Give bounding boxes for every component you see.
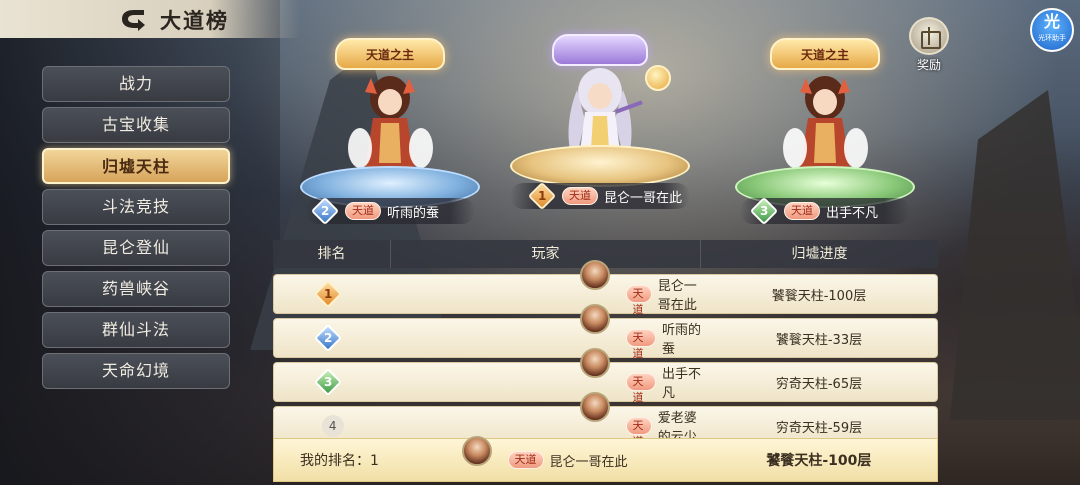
reward-button[interactable]: 奖励 <box>905 17 953 73</box>
player-name: 昆仑一哥在此 <box>657 279 697 313</box>
avatar[interactable] <box>579 392 610 422</box>
rank-cell: 3 <box>274 367 392 397</box>
rank-badge: 1 <box>527 181 557 211</box>
realm-tag: 天道 <box>784 202 820 220</box>
avatar[interactable] <box>579 348 610 378</box>
rank-badge: 2 <box>313 323 342 353</box>
progress-cell: 饕餮天柱-100层 <box>771 288 867 304</box>
avatar[interactable] <box>579 260 610 290</box>
sidebar-item-beast-valley[interactable]: 药兽峡谷 <box>42 271 230 307</box>
rank-number: 4 <box>321 415 344 437</box>
progress-cell: 穷奇天柱-59层 <box>775 420 863 436</box>
title-crest: 天道之主 <box>335 38 445 70</box>
realm-tag: 天道 <box>345 202 381 220</box>
realm-tag: 天道 <box>625 285 652 316</box>
podium-second[interactable]: 天道之主 2 天道 听雨的蚕 <box>295 38 485 228</box>
sidebar-item-power[interactable]: 战力 <box>42 66 230 102</box>
player-name: 听雨的蚕 <box>387 205 440 221</box>
rank-cell: 4 <box>274 415 392 437</box>
sidebar-item-immortal-duel[interactable]: 群仙斗法 <box>42 312 230 348</box>
player-cell: 天道 昆仑一哥在此 <box>461 435 701 470</box>
rank-cell: 1 <box>274 279 392 309</box>
player-name: 听雨的蚕 <box>661 323 701 357</box>
column-header-player: 玩家 <box>391 240 701 268</box>
realm-tag: 天道 <box>625 417 652 448</box>
pedestal <box>510 145 690 187</box>
page-title: 大道榜 <box>160 8 229 33</box>
rank-badge: 3 <box>749 196 779 226</box>
progress-cell: 穷奇天柱-65层 <box>775 376 863 392</box>
rank-cell: 2 <box>274 323 392 353</box>
player-cell: 天道 听雨的蚕 <box>392 304 701 360</box>
podium-first[interactable]: 1 天道 昆仑一哥在此 <box>500 30 700 220</box>
avatar[interactable] <box>579 304 610 334</box>
podium-nameplate: 2 天道 听雨的蚕 <box>305 196 475 226</box>
column-header-rank: 排名 <box>273 240 391 268</box>
gift-icon <box>909 17 949 55</box>
podium-nameplate: 1 天道 昆仑一哥在此 <box>510 181 690 211</box>
rank-badge: 1 <box>313 279 342 309</box>
character-sprite <box>348 76 433 168</box>
avatar[interactable] <box>461 435 492 466</box>
header-bar: 大道榜 <box>0 0 300 38</box>
reward-label: 奖励 <box>916 58 941 72</box>
my-rank-row[interactable]: 我的排名：1 天道 昆仑一哥在此 饕餮天柱-100层 <box>273 435 938 482</box>
player-name: 出手不凡 <box>661 367 701 401</box>
sidebar-item-kunlun[interactable]: 昆仑登仙 <box>42 230 230 266</box>
realm-tag: 天道 <box>562 187 598 205</box>
sidebar-item-arena[interactable]: 斗法竞技 <box>42 189 230 225</box>
character-sprite <box>783 76 868 168</box>
title-crest: 天道之主 <box>770 38 880 70</box>
coin-icon <box>645 65 671 91</box>
rank-badge: 2 <box>310 196 340 226</box>
column-header-progress: 归墟进度 <box>791 246 848 262</box>
podium-third[interactable]: 天道之主 3 天道 出手不凡 <box>730 38 920 228</box>
realm-tag: 天道 <box>625 373 656 404</box>
realm-tag: 天道 <box>507 451 544 469</box>
player-cell: 天道 昆仑一哥在此 <box>392 260 701 316</box>
realm-tag: 天道 <box>625 329 656 360</box>
sidebar-item-treasure[interactable]: 古宝收集 <box>42 107 230 143</box>
sidebar-item-fate-realm[interactable]: 天命幻境 <box>42 353 230 389</box>
progress-cell: 饕餮天柱-100层 <box>766 453 872 469</box>
assistant-icon-glyph: 光 <box>1043 12 1060 31</box>
podium-nameplate: 3 天道 出手不凡 <box>740 196 910 226</box>
assistant-label: 光环助手 <box>1038 34 1066 42</box>
my-rank-label: 我的排名：1 <box>300 453 379 469</box>
rank-badge: 3 <box>313 367 342 397</box>
sidebar: 战力 古宝收集 归墟天柱 斗法竞技 昆仑登仙 药兽峡谷 群仙斗法 天命幻境 <box>42 66 232 394</box>
player-name: 昆仑一哥在此 <box>604 190 683 206</box>
progress-cell: 饕餮天柱-33层 <box>775 332 863 348</box>
assistant-button[interactable]: 光 光环助手 <box>1030 8 1074 52</box>
player-name: 出手不凡 <box>826 205 879 221</box>
back-icon[interactable] <box>118 7 148 31</box>
sidebar-item-guixu-pillar[interactable]: 归墟天柱 <box>42 148 230 184</box>
player-name: 昆仑一哥在此 <box>549 454 628 470</box>
player-cell: 天道 出手不凡 <box>392 348 701 404</box>
